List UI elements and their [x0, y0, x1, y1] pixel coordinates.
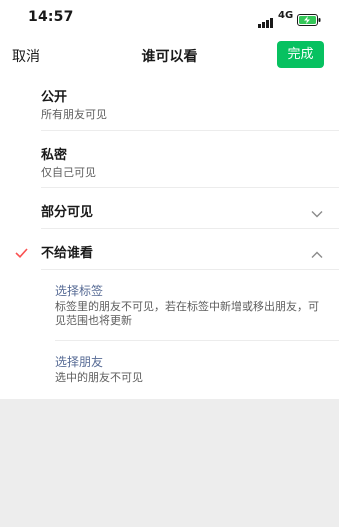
nav-bar: 取消 谁可以看 完成 — [0, 36, 339, 74]
option-title: 私密 — [41, 148, 68, 163]
select-tags-description: 标签里的朋友不可见，若在标签中新增或移出朋友，可见范围也将更新 — [55, 300, 319, 327]
select-tags-option[interactable]: 选择标签 标签里的朋友不可见，若在标签中新增或移出朋友，可见范围也将更新 — [0, 270, 339, 340]
option-hide-from[interactable]: 不给谁看 — [0, 229, 339, 269]
status-bar: 14:57 4G — [0, 0, 339, 36]
option-title: 部分可见 — [41, 205, 94, 220]
network-label: 4G — [278, 10, 294, 21]
option-public[interactable]: 公开 所有朋友可见 — [0, 74, 339, 130]
signal-icon — [258, 13, 274, 32]
option-title: 公开 — [41, 90, 68, 105]
option-private[interactable]: 私密 仅自己可见 — [0, 131, 339, 187]
select-tags-label: 选择标签 — [55, 284, 104, 298]
select-friends-option[interactable]: 选择朋友 选中的朋友不可见 — [0, 341, 339, 399]
option-description: 仅自己可见 — [41, 166, 96, 179]
select-friends-description: 选中的朋友不可见 — [55, 371, 143, 384]
chevron-down-icon — [311, 203, 323, 222]
visibility-options-list: 公开 所有朋友可见 私密 仅自己可见 部分可见 不给谁看 选择标签 标签里的朋友… — [0, 74, 339, 399]
status-time: 14:57 — [28, 9, 74, 25]
check-icon — [15, 243, 28, 262]
done-button[interactable]: 完成 — [277, 41, 324, 68]
select-friends-label: 选择朋友 — [55, 355, 104, 369]
option-description: 所有朋友可见 — [41, 108, 107, 121]
option-partially-visible[interactable]: 部分可见 — [0, 188, 339, 228]
chevron-up-icon — [311, 244, 323, 263]
option-title: 不给谁看 — [41, 246, 94, 261]
battery-charging-icon — [297, 11, 321, 30]
